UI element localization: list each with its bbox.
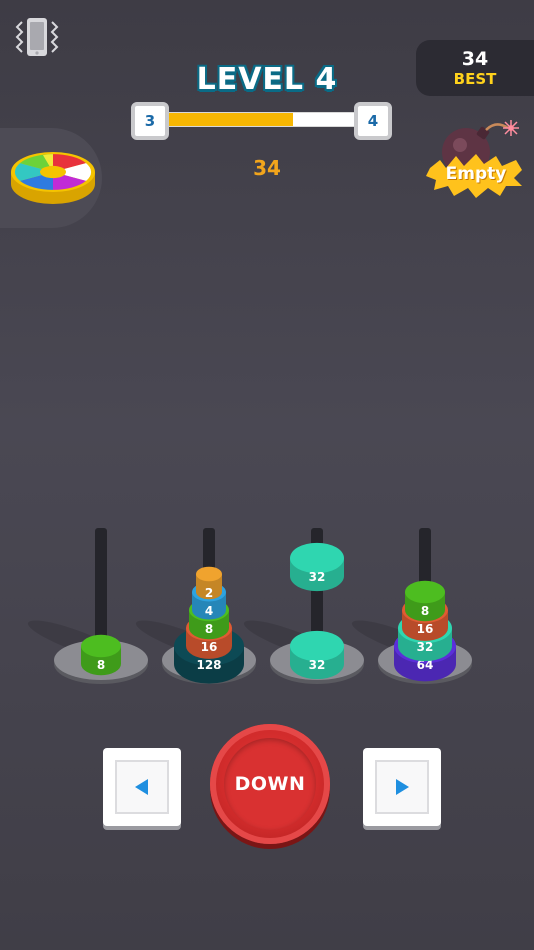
disc-value: 8 bbox=[421, 604, 429, 618]
disc: 8 bbox=[81, 634, 121, 676]
move-right-button[interactable] bbox=[363, 748, 441, 826]
tower-1[interactable]: 8 bbox=[25, 528, 148, 684]
disc: 32 bbox=[290, 630, 344, 680]
move-right-button-frame bbox=[375, 760, 429, 814]
tower-4[interactable]: 6432168 bbox=[349, 528, 472, 684]
disc-value: 8 bbox=[205, 622, 213, 636]
disc-value: 2 bbox=[205, 586, 213, 600]
down-button[interactable]: DOWN bbox=[210, 724, 330, 844]
disc-value: 8 bbox=[97, 658, 105, 672]
disc: 8 bbox=[405, 580, 445, 622]
move-left-button[interactable] bbox=[103, 748, 181, 826]
held-disc: 32 bbox=[290, 542, 344, 592]
level-title: LEVEL 4 bbox=[196, 62, 338, 97]
tower-board[interactable]: 8 1281684232326432168 bbox=[0, 500, 534, 700]
disc-value: 16 bbox=[417, 622, 434, 636]
right-arrow-icon bbox=[396, 779, 409, 795]
bomb-status-label: Empty bbox=[445, 164, 507, 184]
disc-value: 128 bbox=[196, 658, 221, 672]
level-progress-bar bbox=[164, 112, 360, 127]
move-left-button-frame bbox=[115, 760, 169, 814]
bomb-icon[interactable] bbox=[424, 118, 528, 204]
spin-wheel-icon[interactable] bbox=[8, 146, 98, 210]
disc-value: 32 bbox=[309, 570, 326, 584]
disc-value: 32 bbox=[417, 640, 434, 654]
down-button-label: DOWN bbox=[234, 773, 306, 795]
disc-value: 32 bbox=[309, 658, 326, 672]
down-button-face: DOWN bbox=[224, 738, 316, 830]
disc: 2 bbox=[196, 566, 222, 600]
disc-value: 4 bbox=[205, 604, 213, 618]
level-progress-fill bbox=[165, 113, 294, 126]
left-arrow-icon bbox=[135, 779, 148, 795]
tower-2[interactable]: 128 16 8 4 2 bbox=[133, 528, 256, 684]
disc-value: 16 bbox=[201, 640, 218, 654]
current-level-badge: 3 bbox=[131, 102, 169, 140]
vibrate-icon[interactable] bbox=[14, 16, 60, 60]
next-level-badge: 4 bbox=[354, 102, 392, 140]
tower-3[interactable]: 32 32 bbox=[241, 528, 364, 684]
